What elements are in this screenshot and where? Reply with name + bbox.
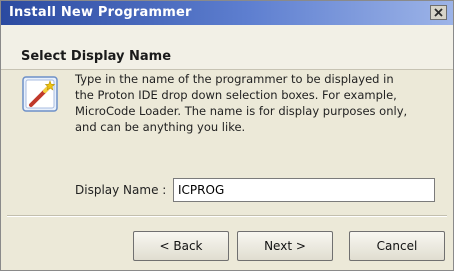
description-line: Type in the name of the programmer to be… [75,72,394,86]
description-line: the Proton IDE drop down selection boxes… [75,88,397,102]
next-button[interactable]: Next > [237,231,333,261]
install-programmer-dialog: Install New Programmer Select Display Na… [0,0,454,271]
back-button[interactable]: < Back [133,231,229,261]
wizard-header: Select Display Name [1,25,453,70]
page-title: Select Display Name [21,49,172,64]
title-bar[interactable]: Install New Programmer [1,1,453,25]
display-name-label: Display Name : [75,183,167,197]
description-text: Type in the name of the programmer to be… [75,71,435,135]
display-name-input[interactable] [173,178,435,202]
wizard-wand-icon [21,75,61,115]
close-button[interactable] [430,5,447,20]
window-title: Install New Programmer [9,5,192,20]
cancel-button[interactable]: Cancel [349,231,445,261]
close-icon [434,8,443,17]
divider [7,215,447,217]
description-line: and can be anything you like. [75,120,246,134]
description-line: MicroCode Loader. The name is for displa… [75,104,408,118]
